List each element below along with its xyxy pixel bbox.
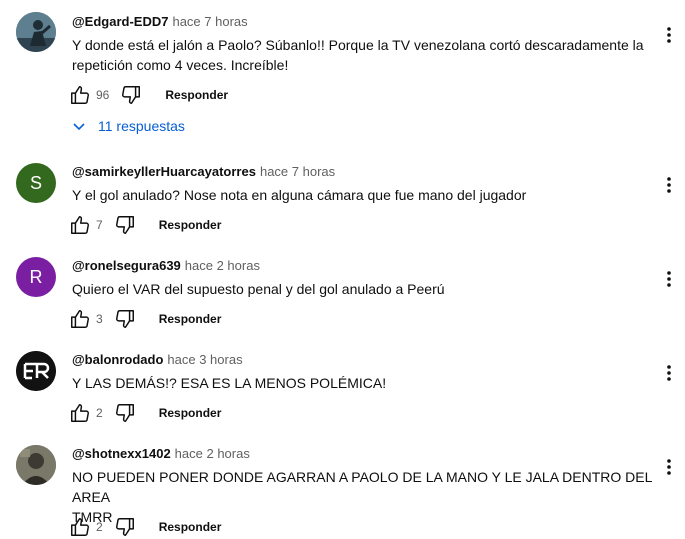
like-button[interactable] <box>68 213 92 237</box>
more-vert-icon <box>667 459 671 475</box>
comment-author[interactable]: @shotnexx1402 <box>72 446 171 461</box>
photo-avatar-icon <box>16 445 56 485</box>
comment-header: @balonrodado hace 3 horas <box>72 351 243 369</box>
comment-text: Y el gol anulado? Nose nota en alguna cá… <box>72 185 652 205</box>
comment-author[interactable]: @Edgard-EDD7 <box>72 14 168 29</box>
thumbs-up-icon <box>71 86 89 104</box>
more-vert-icon <box>667 177 671 193</box>
avatar[interactable] <box>16 445 56 485</box>
view-replies-label: 11 respuestas <box>98 118 185 134</box>
reply-button[interactable]: Responder <box>159 312 222 326</box>
like-count: 3 <box>96 312 103 326</box>
more-vert-icon <box>667 271 671 287</box>
dislike-button[interactable] <box>119 83 143 107</box>
comment-text-line: NO PUEDEN PONER DONDE AGARRAN A PAOLO DE… <box>72 469 652 505</box>
avatar[interactable] <box>16 12 56 52</box>
comment-menu-button[interactable] <box>657 455 681 479</box>
avatar[interactable]: R <box>16 257 56 297</box>
thumbs-down-icon <box>115 518 134 536</box>
comment-text-line: Quiero el VAR del supuesto penal y del g… <box>72 281 445 297</box>
like-count: 2 <box>96 520 103 534</box>
comment-header: @Edgard-EDD7 hace 7 horas <box>72 13 248 31</box>
more-vert-icon <box>667 365 671 381</box>
thumbs-down-icon <box>115 404 134 422</box>
comment-text: Y donde está el jalón a Paolo? Súbanlo!!… <box>72 35 652 75</box>
avatar-letter: S <box>29 172 42 193</box>
comment-time[interactable]: hace 2 horas <box>175 446 250 461</box>
thumbs-down-icon <box>115 216 134 234</box>
comment-actions: 3 Responder <box>68 307 221 331</box>
photo-avatar-icon <box>16 12 56 52</box>
like-count: 7 <box>96 218 103 232</box>
thumbs-up-icon <box>71 518 89 536</box>
comment-author[interactable]: @balonrodado <box>72 352 163 367</box>
avatar[interactable]: S <box>16 163 56 203</box>
like-button[interactable] <box>68 307 92 331</box>
thumbs-up-icon <box>71 310 89 328</box>
logo-avatar-icon <box>16 351 56 391</box>
more-vert-icon <box>667 27 671 43</box>
comment-header: @shotnexx1402 hace 2 horas <box>72 445 250 463</box>
reply-button[interactable]: Responder <box>159 218 222 232</box>
comment-menu-button[interactable] <box>657 267 681 291</box>
comment-menu-button[interactable] <box>657 173 681 197</box>
comment-actions: 7 Responder <box>68 213 221 237</box>
comment-time[interactable]: hace 2 horas <box>185 258 260 273</box>
comment-header: @samirkeyllerHuarcayatorres hace 7 horas <box>72 163 335 181</box>
comment-menu-button[interactable] <box>657 23 681 47</box>
like-button[interactable] <box>68 401 92 425</box>
dislike-button[interactable] <box>113 213 137 237</box>
dislike-button[interactable] <box>113 401 137 425</box>
view-replies-button[interactable]: 11 respuestas <box>72 118 185 134</box>
comment-text: Quiero el VAR del supuesto penal y del g… <box>72 279 652 299</box>
comment-header: @ronelsegura639 hace 2 horas <box>72 257 260 275</box>
comment-text: Y LAS DEMÁS!? ESA ES LA MENOS POLÉMICA! <box>72 373 652 393</box>
comment-actions: 96 Responder <box>68 83 228 107</box>
thumbs-up-icon <box>71 404 89 422</box>
like-button[interactable] <box>68 515 92 539</box>
avatar-letter: R <box>29 266 43 287</box>
comment-author[interactable]: @ronelsegura639 <box>72 258 181 273</box>
comment-text-line: repetición como 4 veces. Increíble! <box>72 57 289 73</box>
like-count: 96 <box>96 88 110 102</box>
comment-text-line: Y el gol anulado? Nose nota en alguna cá… <box>72 187 527 203</box>
thumbs-down-icon <box>122 86 141 104</box>
comment-menu-button[interactable] <box>657 361 681 385</box>
dislike-button[interactable] <box>113 515 137 539</box>
comment-time[interactable]: hace 7 horas <box>172 14 247 29</box>
comment-time[interactable]: hace 3 horas <box>167 352 242 367</box>
like-button[interactable] <box>68 83 92 107</box>
comment-author[interactable]: @samirkeyllerHuarcayatorres <box>72 164 256 179</box>
like-count: 2 <box>96 406 103 420</box>
chevron-down-icon <box>73 123 85 131</box>
thumbs-up-icon <box>71 216 89 234</box>
comment-text-line: Y LAS DEMÁS!? ESA ES LA MENOS POLÉMICA! <box>72 375 387 391</box>
reply-button[interactable]: Responder <box>159 520 222 534</box>
comment-actions: 2 Responder <box>68 515 221 539</box>
avatar[interactable] <box>16 351 56 391</box>
dislike-button[interactable] <box>113 307 137 331</box>
comment-text-line: Y donde está el jalón a Paolo? Súbanlo!!… <box>72 37 644 53</box>
reply-button[interactable]: Responder <box>159 406 222 420</box>
reply-button[interactable]: Responder <box>165 88 228 102</box>
thumbs-down-icon <box>115 310 134 328</box>
comment-time[interactable]: hace 7 horas <box>260 164 335 179</box>
comment-actions: 2 Responder <box>68 401 221 425</box>
